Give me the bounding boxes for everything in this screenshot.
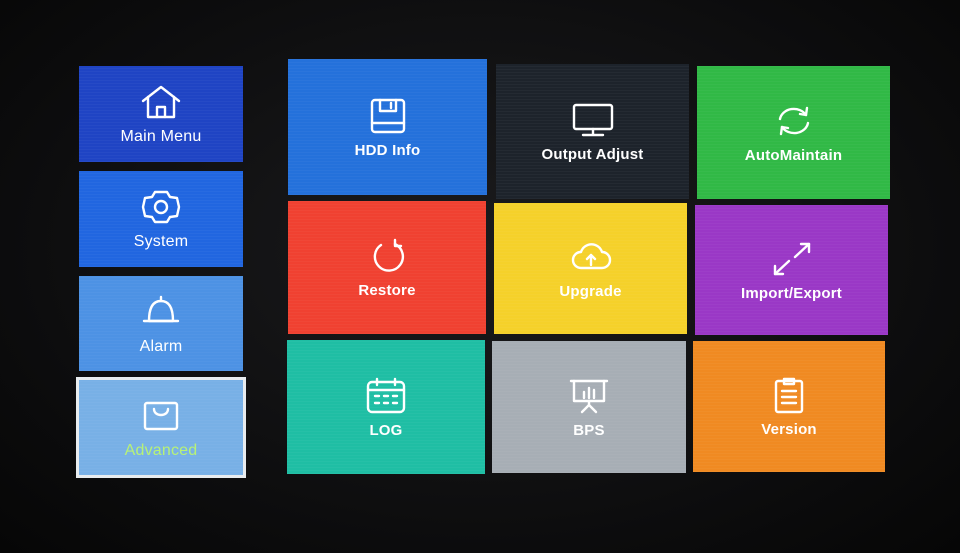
sidebar-item-label: Alarm <box>139 337 183 355</box>
tile-restore[interactable]: Restore <box>288 201 486 334</box>
tile-label: AutoMaintain <box>744 147 843 164</box>
gear-icon <box>136 187 186 227</box>
sidebar-item-label: Advanced <box>124 441 198 459</box>
restore-icon <box>362 236 412 276</box>
clipboard-icon <box>764 375 814 415</box>
tile-label: Upgrade <box>559 283 622 300</box>
tile-label: Restore <box>358 282 416 299</box>
tile-import-export[interactable]: Import/Export <box>695 205 888 335</box>
sync-icon <box>769 101 819 141</box>
tile-output-adjust[interactable]: Output Adjust <box>496 64 689 199</box>
home-icon <box>136 82 186 122</box>
tile-version[interactable]: Version <box>693 341 885 472</box>
tile-label: Version <box>761 421 817 438</box>
sidebar-item-label: Main Menu <box>120 128 202 145</box>
sidebar-item-system[interactable]: System <box>79 171 243 267</box>
sidebar-item-main-menu[interactable]: Main Menu <box>79 66 243 162</box>
tile-automaintain[interactable]: AutoMaintain <box>697 66 890 199</box>
disk-icon <box>363 96 413 136</box>
tile-log[interactable]: LOG <box>287 340 485 474</box>
sidebar-item-alarm[interactable]: Alarm <box>79 276 243 371</box>
tile-bps[interactable]: BPS <box>492 341 686 473</box>
tile-label: Import/Export <box>741 284 842 302</box>
bell-icon <box>136 292 186 332</box>
tile-label: Output Adjust <box>541 146 644 163</box>
bag-icon <box>136 396 186 436</box>
sidebar-item-advanced[interactable]: Advanced <box>76 377 246 478</box>
sidebar-item-label: System <box>133 233 189 250</box>
tile-label: LOG <box>369 421 403 439</box>
tile-label: BPS <box>573 421 605 439</box>
tile-label: HDD Info <box>354 141 421 159</box>
cloud-upload-icon <box>566 237 616 277</box>
arrows-diagonal-icon <box>767 239 817 279</box>
monitor-icon <box>568 100 618 140</box>
presentation-chart-icon <box>564 376 614 416</box>
tile-hdd-info[interactable]: HDD Info <box>288 59 487 195</box>
calendar-icon <box>361 376 411 416</box>
tile-upgrade[interactable]: Upgrade <box>494 203 687 334</box>
